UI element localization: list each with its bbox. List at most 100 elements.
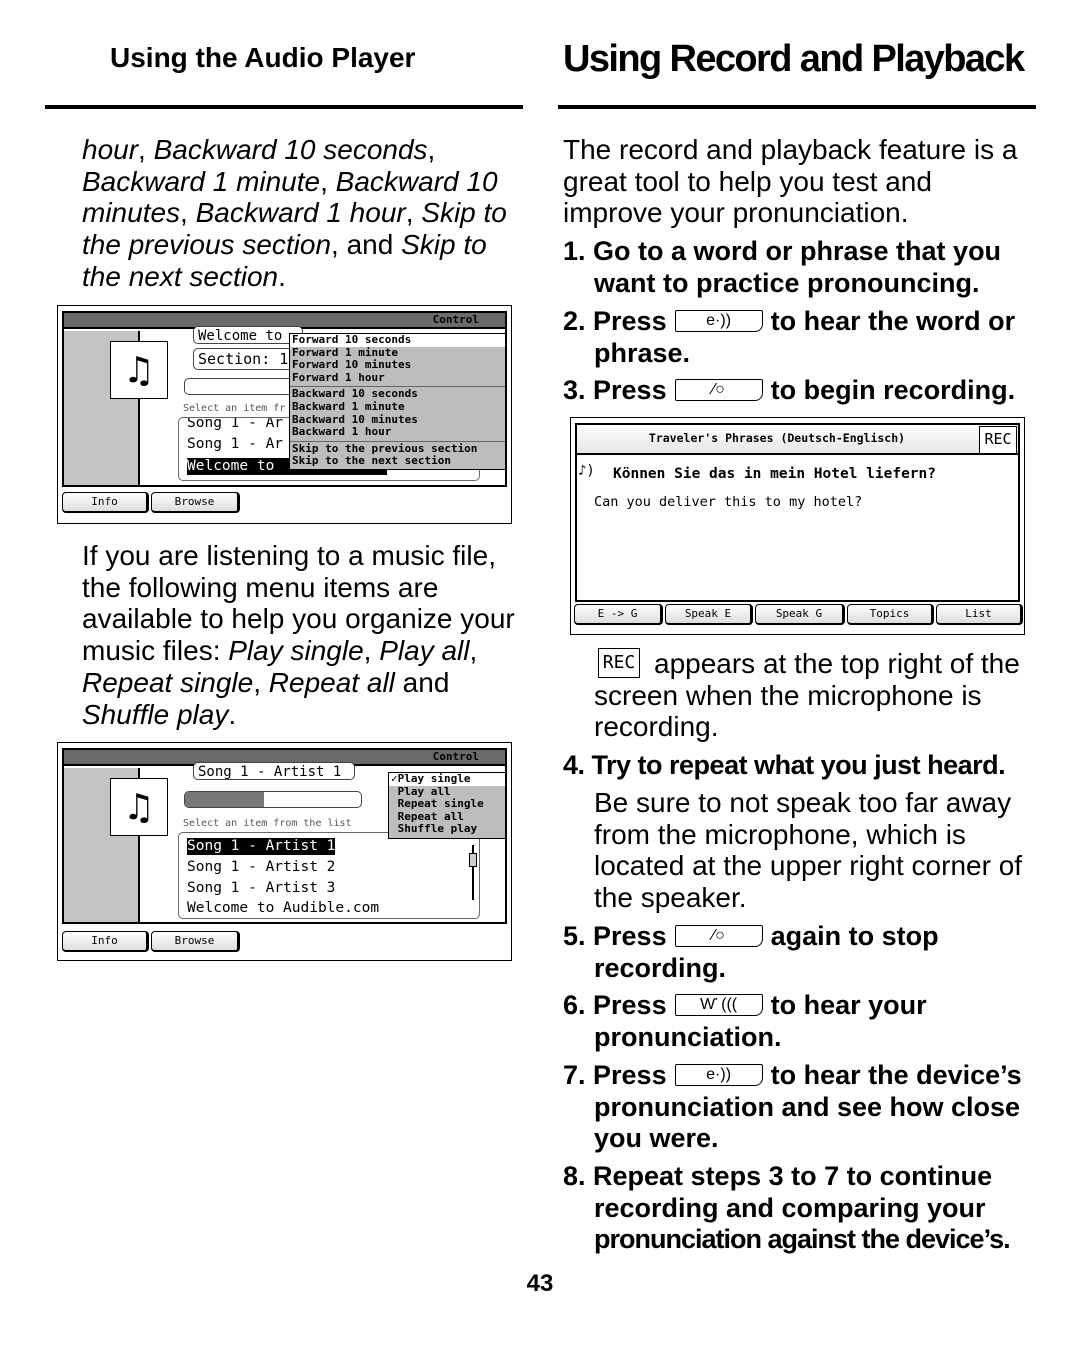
step-6: 6. Press Ⱳ (((to hear your pronunciation. [563, 990, 1038, 1053]
control-menu-title[interactable]: Control [433, 313, 479, 326]
menu-item-name: Shuffle play [82, 698, 229, 730]
menu-item-name: Backward 10 seconds [153, 134, 428, 165]
text: , [427, 134, 436, 165]
device-screenshot-music-control: Control ♫ Song 1 - Artist 1 Select an it… [57, 742, 512, 961]
list-item[interactable]: Welcome to Audible.com [187, 900, 379, 917]
menu-item-name: Play all [379, 635, 470, 667]
step-5: 5. Press ∕○ again to stop recording. [563, 921, 1038, 984]
step-3: 3. Press ∕○ to begin recording. [563, 375, 1038, 407]
translation-text: Can you deliver this to my hotel? [594, 494, 863, 510]
step-1: 1. Go to a word or phrase that you want … [563, 236, 1002, 298]
paragraph-music-options: If you are listening to a music file, th… [82, 540, 522, 730]
menu-item-name: hour [82, 134, 139, 165]
browse-button[interactable]: Browse [151, 492, 240, 513]
menu-item-name: Play single [228, 635, 364, 667]
browse-button[interactable]: Browse [151, 931, 240, 952]
menu-item[interactable]: Repeat single [389, 798, 505, 811]
menu-item[interactable]: Backward 1 minute [290, 400, 505, 414]
speaker-icon[interactable]: ♪) [578, 463, 595, 479]
list-item-selected[interactable]: Song 1 - Artist 1 [187, 838, 336, 855]
menu-item[interactable]: Forward 1 hour [290, 371, 505, 385]
device-screenshot-audiobook-control: Control ♫ Welcome to Section: 1 Select a… [57, 305, 512, 524]
text: , [138, 134, 154, 165]
info-button[interactable]: Info [62, 492, 149, 513]
step-7: 7. Press e·)) to hear the device’s pronunc… [563, 1060, 1038, 1155]
menu-item[interactable]: Forward 10 minutes [290, 359, 505, 372]
menu-item[interactable]: Skip to the next section [290, 455, 505, 468]
text: , [320, 165, 336, 197]
control-dropdown-menu[interactable]: ✓Play single Play all Repeat single Repe… [388, 772, 505, 839]
text: . [228, 698, 237, 730]
menu-item[interactable]: Backward 10 seconds [290, 386, 505, 401]
rec-note: appears at the top right of the screen w… [594, 648, 1020, 743]
menu-item-name: Repeat single [82, 666, 254, 698]
menu-item[interactable]: Forward 10 seconds [290, 333, 505, 347]
select-label: Select an item fr [183, 403, 286, 414]
section-heading-audio-player: Using the Audio Player [110, 42, 416, 73]
e-to-g-button[interactable]: E -> G [574, 604, 663, 625]
step-4-body: Be sure to not speak too far away from t… [594, 787, 1023, 914]
step-8: 8. Repeat steps 3 to 7 to continue recor… [563, 1161, 1038, 1256]
phrase-text: Können Sie das in mein Hotel liefern? [613, 466, 937, 482]
step-text: 3. Press [563, 375, 667, 405]
menu-item[interactable]: Backward 1 hour [290, 426, 505, 439]
intro-paragraph: The record and playback feature is a gre… [563, 134, 1018, 229]
menu-item-name: Backward 1 hour [195, 197, 406, 229]
text: , [405, 197, 422, 229]
control-dropdown-menu[interactable]: Forward 10 seconds Forward 1 minute Forwar… [289, 333, 505, 470]
list-button[interactable]: List [936, 604, 1023, 625]
select-label: Select an item from the list [183, 818, 352, 829]
step-text: 8. Repeat steps 3 to 7 to continue recor… [563, 1161, 993, 1223]
control-menu-title[interactable]: Control [433, 750, 479, 763]
page-number: 43 [526, 1270, 554, 1297]
menu-item-name: Backward 1 minute [82, 165, 321, 197]
device-screenshot-travelers-phrases: Traveler's Phrases (Deutsch-Englisch) RE… [570, 417, 1025, 635]
progress-bar [184, 791, 362, 808]
text: and [394, 666, 450, 698]
step-text: 5. Press [563, 921, 667, 951]
menu-item[interactable]: Skip to the previous section [290, 440, 505, 456]
music-icon: ♫ [110, 778, 168, 836]
list-item[interactable]: Song 1 - Artist 3 [187, 880, 335, 897]
topics-button[interactable]: Topics [847, 604, 934, 625]
step-text: to begin recording. [770, 375, 1016, 405]
text: , [469, 635, 478, 667]
divider [558, 105, 1036, 109]
menu-item-name: Repeat all [268, 666, 395, 698]
page-title: Using Record and Playback [563, 38, 1025, 80]
step-text: 7. Press [563, 1060, 667, 1090]
step-text: 2. Press [563, 306, 667, 336]
record-key-icon: ∕○ [674, 378, 763, 401]
list-item[interactable]: Song 1 - Ar [187, 436, 283, 453]
step-text: 6. Press [563, 990, 667, 1020]
title-field: Song 1 - Artist 1 [193, 762, 355, 780]
paragraph-backward-options: hour, Backward 10 seconds, Backward 1 mi… [82, 134, 522, 293]
list-item[interactable]: Song 1 - Artist 2 [187, 859, 335, 876]
text: , [180, 197, 196, 229]
music-icon: ♫ [110, 341, 168, 399]
speak-g-button[interactable]: Speak G [755, 604, 845, 625]
text: , [253, 666, 269, 698]
scrollbar-thumb[interactable] [469, 853, 477, 867]
menu-item[interactable]: Shuffle play [389, 823, 505, 836]
record-key-icon: ∕○ [674, 924, 763, 947]
song-list[interactable]: Song 1 - Artist 1 Song 1 - Artist 2 Song… [178, 832, 480, 919]
rec-indicator: REC [979, 426, 1017, 454]
text: , and [331, 229, 402, 261]
text: . [278, 260, 286, 292]
dictionary-title: Traveler's Phrases (Deutsch-Englisch) [648, 431, 906, 445]
playback-key-icon: Ⱳ ((( [674, 993, 763, 1016]
divider [45, 105, 523, 109]
step-2: 2. Press e·)) to hear the word or phrase. [563, 306, 1038, 369]
speak-e-button[interactable]: Speak E [665, 604, 753, 625]
menu-item[interactable]: ✓Play single [389, 772, 505, 786]
list-item[interactable]: Song 1 - Ar [187, 418, 283, 432]
speaker-key-icon: e·)) [674, 1063, 763, 1086]
speaker-key-icon: e·)) [674, 309, 763, 332]
step-4: 4. Try to repeat what you just heard. [563, 750, 1006, 780]
info-button[interactable]: Info [62, 931, 149, 952]
title-bar: Traveler's Phrases (Deutsch-Englisch) RE… [577, 425, 1018, 455]
title-field: Welcome to [193, 326, 303, 344]
section-field: Section: 1 [193, 348, 303, 370]
step-text: pronunciation against the device’s. [594, 1224, 1011, 1254]
